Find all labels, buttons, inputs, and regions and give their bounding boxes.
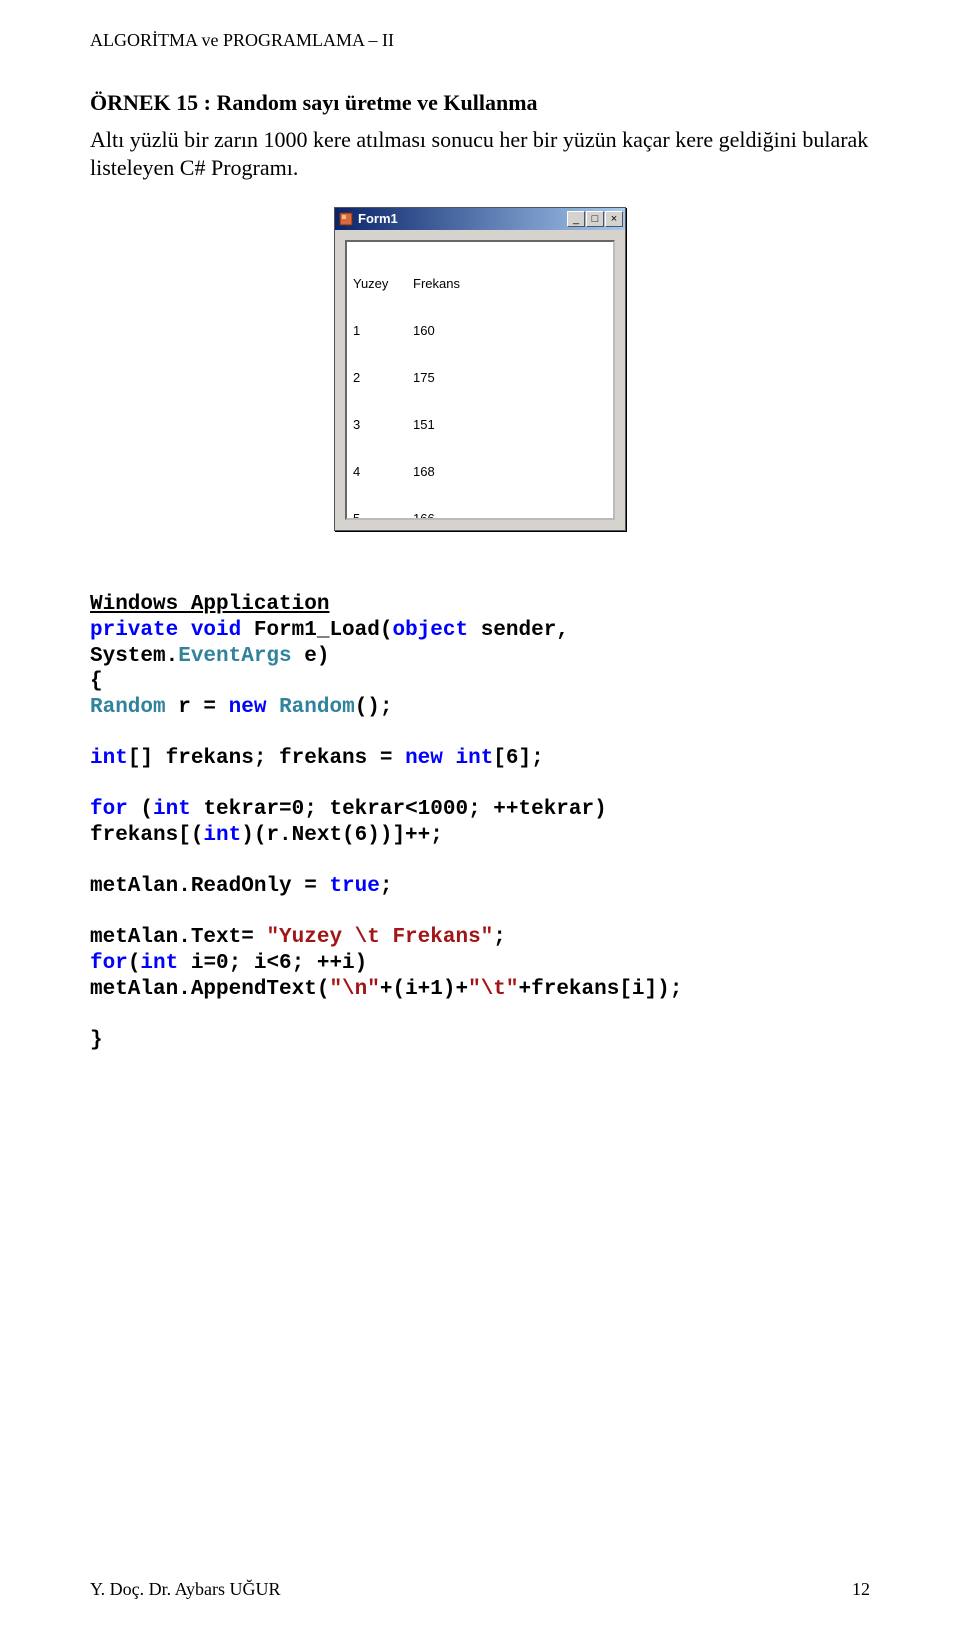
sub-description: Altı yüzlü bir zarın 1000 kere atılması …: [90, 126, 870, 183]
titlebar: Form1 _ □ ×: [335, 208, 625, 230]
code-text: +frekans[i]);: [519, 978, 683, 1001]
app-icon: [338, 211, 354, 227]
kw-int: int: [140, 952, 178, 975]
kw-new: new: [229, 696, 267, 719]
footer-left: Y. Doç. Dr. Aybars UĞUR: [90, 1579, 281, 1600]
kw-for: for: [90, 798, 128, 821]
kw-object: object: [392, 619, 468, 642]
form1-window: Form1 _ □ × YuzeyFrekans 1160 2175 3151 …: [334, 207, 626, 531]
col-header-yuzey: Yuzey: [353, 275, 413, 292]
table-header: YuzeyFrekans: [353, 275, 607, 292]
table-row: 4168: [353, 463, 607, 480]
code-text: metAlan.ReadOnly =: [90, 875, 329, 898]
code-text: metAlan.Text=: [90, 926, 266, 949]
code-text: tekrar=0; tekrar<1000; ++tekrar): [191, 798, 607, 821]
code-text: metAlan.AppendText(: [90, 978, 329, 1001]
kw-int: int: [153, 798, 191, 821]
code-text: Form1_Load(: [241, 619, 392, 642]
code-text: System.: [90, 645, 178, 668]
code-text: [6];: [493, 747, 543, 770]
code-text: (: [128, 952, 141, 975]
output-textbox[interactable]: YuzeyFrekans 1160 2175 3151 4168 5166 61…: [345, 240, 615, 520]
code-text: )(r.Next(6))]++;: [241, 824, 443, 847]
table-row: 3151: [353, 416, 607, 433]
kw-private: private: [90, 619, 178, 642]
type-random: Random: [90, 696, 166, 719]
example-heading: ÖRNEK 15 : Random sayı üretme ve Kullanm…: [90, 89, 870, 118]
code-block: Windows Application private void Form1_L…: [90, 567, 870, 1054]
kw-for: for: [90, 952, 128, 975]
type-eventargs: EventArgs: [178, 645, 291, 668]
kw-int: int: [203, 824, 241, 847]
maximize-button[interactable]: □: [586, 211, 604, 227]
code-text: sender,: [468, 619, 569, 642]
cell-frekans: 151: [413, 416, 435, 433]
cell-frekans: 168: [413, 463, 435, 480]
page-number: 12: [852, 1579, 870, 1600]
cell-yuzey: 1: [353, 322, 413, 339]
kw-void: void: [178, 619, 241, 642]
table-row: 2175: [353, 369, 607, 386]
type-random: Random: [279, 696, 355, 719]
brace: }: [90, 1029, 103, 1052]
cell-yuzey: 3: [353, 416, 413, 433]
kw-int: int: [455, 747, 493, 770]
code-text: ();: [355, 696, 393, 719]
code-text: +(i+1)+: [380, 978, 468, 1001]
code-text: e): [292, 645, 330, 668]
cell-frekans: 160: [413, 322, 435, 339]
heading-prefix: ÖRNEK 15 :: [90, 90, 217, 115]
cell-yuzey: 5: [353, 510, 413, 520]
table-row: 5166: [353, 510, 607, 520]
cell-frekans: 166: [413, 510, 435, 520]
table-row: 1160: [353, 322, 607, 339]
code-text: [] frekans; frekans =: [128, 747, 405, 770]
cell-yuzey: 2: [353, 369, 413, 386]
code-text: r =: [166, 696, 229, 719]
code-text: i=0; i<6; ++i): [178, 952, 367, 975]
window-body: YuzeyFrekans 1160 2175 3151 4168 5166 61…: [335, 230, 625, 530]
code-text: [266, 696, 279, 719]
code-text: ;: [380, 875, 393, 898]
window-title: Form1: [358, 211, 567, 226]
footer: Y. Doç. Dr. Aybars UĞUR 12: [90, 1579, 870, 1600]
code-text: [443, 747, 456, 770]
minimize-button[interactable]: _: [567, 211, 585, 227]
code-text: frekans[(: [90, 824, 203, 847]
code-line: Windows Application: [90, 593, 329, 616]
close-button[interactable]: ×: [605, 211, 623, 227]
code-text: ;: [493, 926, 506, 949]
str: "Yuzey \t Frekans": [266, 926, 493, 949]
str: "\n": [329, 978, 379, 1001]
cell-yuzey: 4: [353, 463, 413, 480]
header-line: ALGORİTMA ve PROGRAMLAMA – II: [90, 30, 870, 51]
str: "\t": [468, 978, 518, 1001]
code-text: (: [128, 798, 153, 821]
col-header-frekans: Frekans: [413, 275, 460, 292]
kw-new: new: [405, 747, 443, 770]
kw-int: int: [90, 747, 128, 770]
brace: {: [90, 670, 103, 693]
cell-frekans: 175: [413, 369, 435, 386]
kw-true: true: [329, 875, 379, 898]
heading-title: Random sayı üretme ve Kullanma: [217, 90, 538, 115]
